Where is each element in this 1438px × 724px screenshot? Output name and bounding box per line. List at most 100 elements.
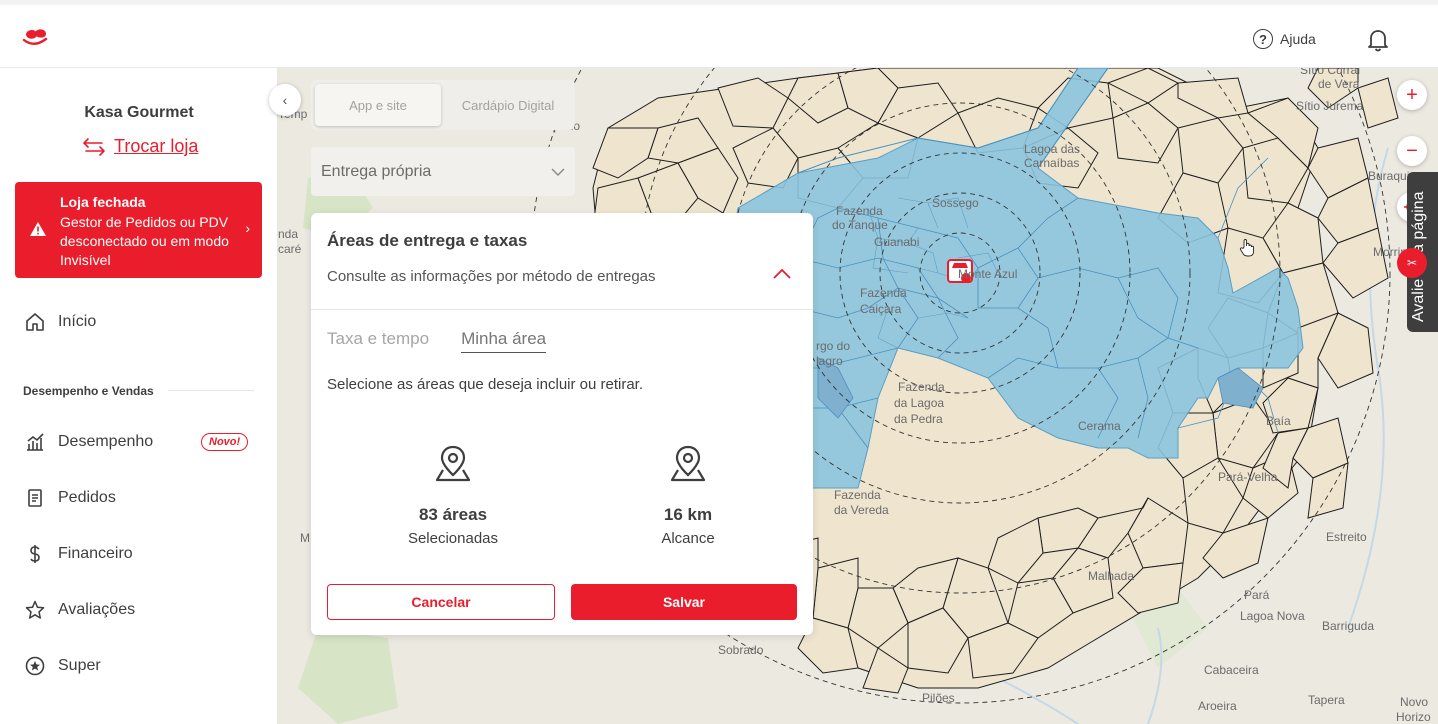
switch-store-link[interactable]: Trocar loja bbox=[82, 136, 198, 157]
swap-arrows-icon bbox=[83, 137, 105, 156]
section-divider bbox=[168, 390, 254, 391]
map-label: Cabaceira bbox=[1204, 663, 1259, 677]
switch-store-label: Trocar loja bbox=[114, 136, 199, 156]
map-label: Pilões bbox=[922, 691, 955, 705]
warning-icon bbox=[30, 222, 46, 236]
panel-title: Áreas de entrega e taxas bbox=[327, 231, 528, 250]
home-icon bbox=[26, 313, 44, 331]
map-label: Malhada bbox=[1088, 569, 1135, 583]
panel-subtitle: Consulte as informações por método de en… bbox=[327, 268, 656, 285]
map-label: Aroeira bbox=[1198, 699, 1237, 713]
map-label: caré bbox=[278, 242, 302, 256]
map-pin-icon bbox=[435, 445, 471, 482]
chevron-right-icon: › bbox=[245, 220, 250, 236]
tab-app-e-site[interactable]: App e site bbox=[315, 84, 441, 126]
sidebar: Kasa Gourmet Trocar loja Loja fechada Ge… bbox=[0, 68, 278, 724]
receipt-icon bbox=[28, 489, 42, 507]
map-label: Tapera bbox=[1308, 693, 1345, 707]
chevron-down-icon bbox=[551, 168, 565, 176]
map-label: Fazenda bbox=[860, 286, 907, 300]
map-label: Lagoa das bbox=[1024, 142, 1081, 156]
map-label: Lagoa Nova bbox=[1240, 609, 1305, 623]
cancel-button[interactable]: Cancelar bbox=[327, 584, 555, 620]
map-label: Baía bbox=[1266, 414, 1291, 428]
map-label: Carnaíbas bbox=[1024, 156, 1080, 170]
alert-title: Loja fechada bbox=[60, 194, 146, 210]
store-name: Kasa Gourmet bbox=[84, 104, 194, 121]
channel-tabs: App e site Cardápio Digital bbox=[311, 80, 575, 130]
map-label: do Tanque bbox=[832, 218, 888, 232]
sidebar-item-label: Avaliações bbox=[58, 601, 136, 618]
sidebar-item-label: Super bbox=[58, 657, 101, 674]
help-label: Ajuda bbox=[1280, 31, 1316, 47]
map-label: Sossego bbox=[932, 196, 979, 210]
section-label: Desempenho e Vendas bbox=[23, 384, 154, 398]
sidebar-item-inicio[interactable]: Início bbox=[24, 311, 96, 333]
range-label: Alcance bbox=[661, 530, 715, 547]
chevron-up-icon[interactable] bbox=[773, 269, 791, 279]
sidebar-item-label: Financeiro bbox=[58, 545, 133, 562]
alert-message: Gestor de Pedidos ou PDV desconectado ou… bbox=[60, 214, 229, 268]
zoom-out-button[interactable]: − bbox=[1397, 136, 1427, 166]
map-label: nda bbox=[278, 227, 299, 241]
top-header: ? Ajuda bbox=[0, 0, 1438, 68]
map-label: Fazenda bbox=[836, 204, 883, 218]
tab-cardapio-digital[interactable]: Cardápio Digital bbox=[445, 84, 571, 126]
sidebar-item-pedidos[interactable]: Pedidos bbox=[24, 487, 116, 509]
map-label: Novo bbox=[1400, 695, 1429, 709]
star-icon bbox=[25, 600, 45, 619]
chart-icon bbox=[27, 433, 44, 451]
store-closed-alert[interactable]: Loja fechada Gestor de Pedidos ou PDV de… bbox=[15, 182, 262, 278]
delivery-method-value: Entrega própria bbox=[321, 162, 432, 180]
dollar-icon bbox=[30, 545, 40, 563]
map-pin-icon bbox=[670, 445, 706, 482]
sidebar-item-label: Desempenho bbox=[58, 433, 154, 450]
hand-cursor-icon bbox=[1239, 239, 1255, 257]
star-circle-icon bbox=[25, 656, 45, 676]
delivery-method-select[interactable]: Entrega própria bbox=[311, 147, 575, 196]
sidebar-item-desempenho[interactable]: Desempenho bbox=[24, 431, 153, 453]
map-label: de Vera bbox=[1318, 77, 1360, 91]
save-button[interactable]: Salvar bbox=[571, 584, 797, 620]
map-label: lagro bbox=[816, 354, 843, 368]
map-label: da Vereda bbox=[834, 503, 889, 517]
range-value: 16 km bbox=[663, 505, 713, 524]
help-button[interactable]: ? Ajuda bbox=[1253, 29, 1316, 49]
collapse-sidebar-button[interactable]: ‹ bbox=[269, 84, 301, 116]
sidebar-item-label: Início bbox=[58, 313, 97, 330]
map-label: Barriguda bbox=[1322, 619, 1375, 633]
sidebar-item-super[interactable]: Super bbox=[24, 655, 101, 677]
map-label: rgo do bbox=[816, 339, 851, 353]
map-label: Caiçara bbox=[860, 302, 902, 316]
map-label: da Lagoa bbox=[894, 396, 945, 410]
map-label: Fazenda bbox=[834, 488, 881, 502]
map-label: Sobrado bbox=[718, 643, 764, 657]
sidebar-item-avaliacoes[interactable]: Avaliações bbox=[24, 599, 135, 621]
map-label: Cerama bbox=[1078, 419, 1121, 433]
map-label: Sítio Curral bbox=[1300, 68, 1361, 77]
selected-areas-label: Selecionadas bbox=[407, 530, 499, 547]
instruction-text: Selecione as áreas que deseja incluir ou… bbox=[327, 376, 644, 393]
tab-minha-area[interactable]: Minha área bbox=[461, 329, 547, 353]
map-label: Estreito bbox=[1326, 530, 1367, 544]
tab-taxa-e-tempo[interactable]: Taxa e tempo bbox=[327, 329, 429, 353]
selected-areas-stat: 83 áreas Selecionadas bbox=[353, 443, 553, 547]
help-icon: ? bbox=[1253, 29, 1273, 49]
map-label: Buraqui bbox=[1368, 169, 1410, 183]
new-badge: Novo! bbox=[201, 433, 249, 451]
bell-icon[interactable] bbox=[1366, 27, 1390, 53]
selected-areas-value: 83 áreas bbox=[418, 505, 488, 524]
range-stat: 16 km Alcance bbox=[588, 443, 788, 547]
panel-tabs: Taxa e tempo Minha área bbox=[327, 329, 547, 353]
map-label: Monte Azul bbox=[958, 267, 1018, 281]
map-label: Sítio Jurema bbox=[1296, 99, 1364, 113]
map-label: Guanabi bbox=[874, 235, 920, 249]
zoom-in-button[interactable]: + bbox=[1397, 80, 1427, 110]
map-label: Horizo bbox=[1396, 710, 1431, 724]
ifood-logo-icon[interactable] bbox=[22, 26, 48, 48]
scissors-icon[interactable]: ✂ bbox=[1397, 248, 1427, 278]
map-label: M bbox=[300, 531, 310, 545]
map-label: Pará-Velha bbox=[1218, 470, 1278, 484]
sidebar-item-financeiro[interactable]: Financeiro bbox=[24, 543, 133, 565]
map-label: Pará bbox=[1244, 588, 1270, 602]
